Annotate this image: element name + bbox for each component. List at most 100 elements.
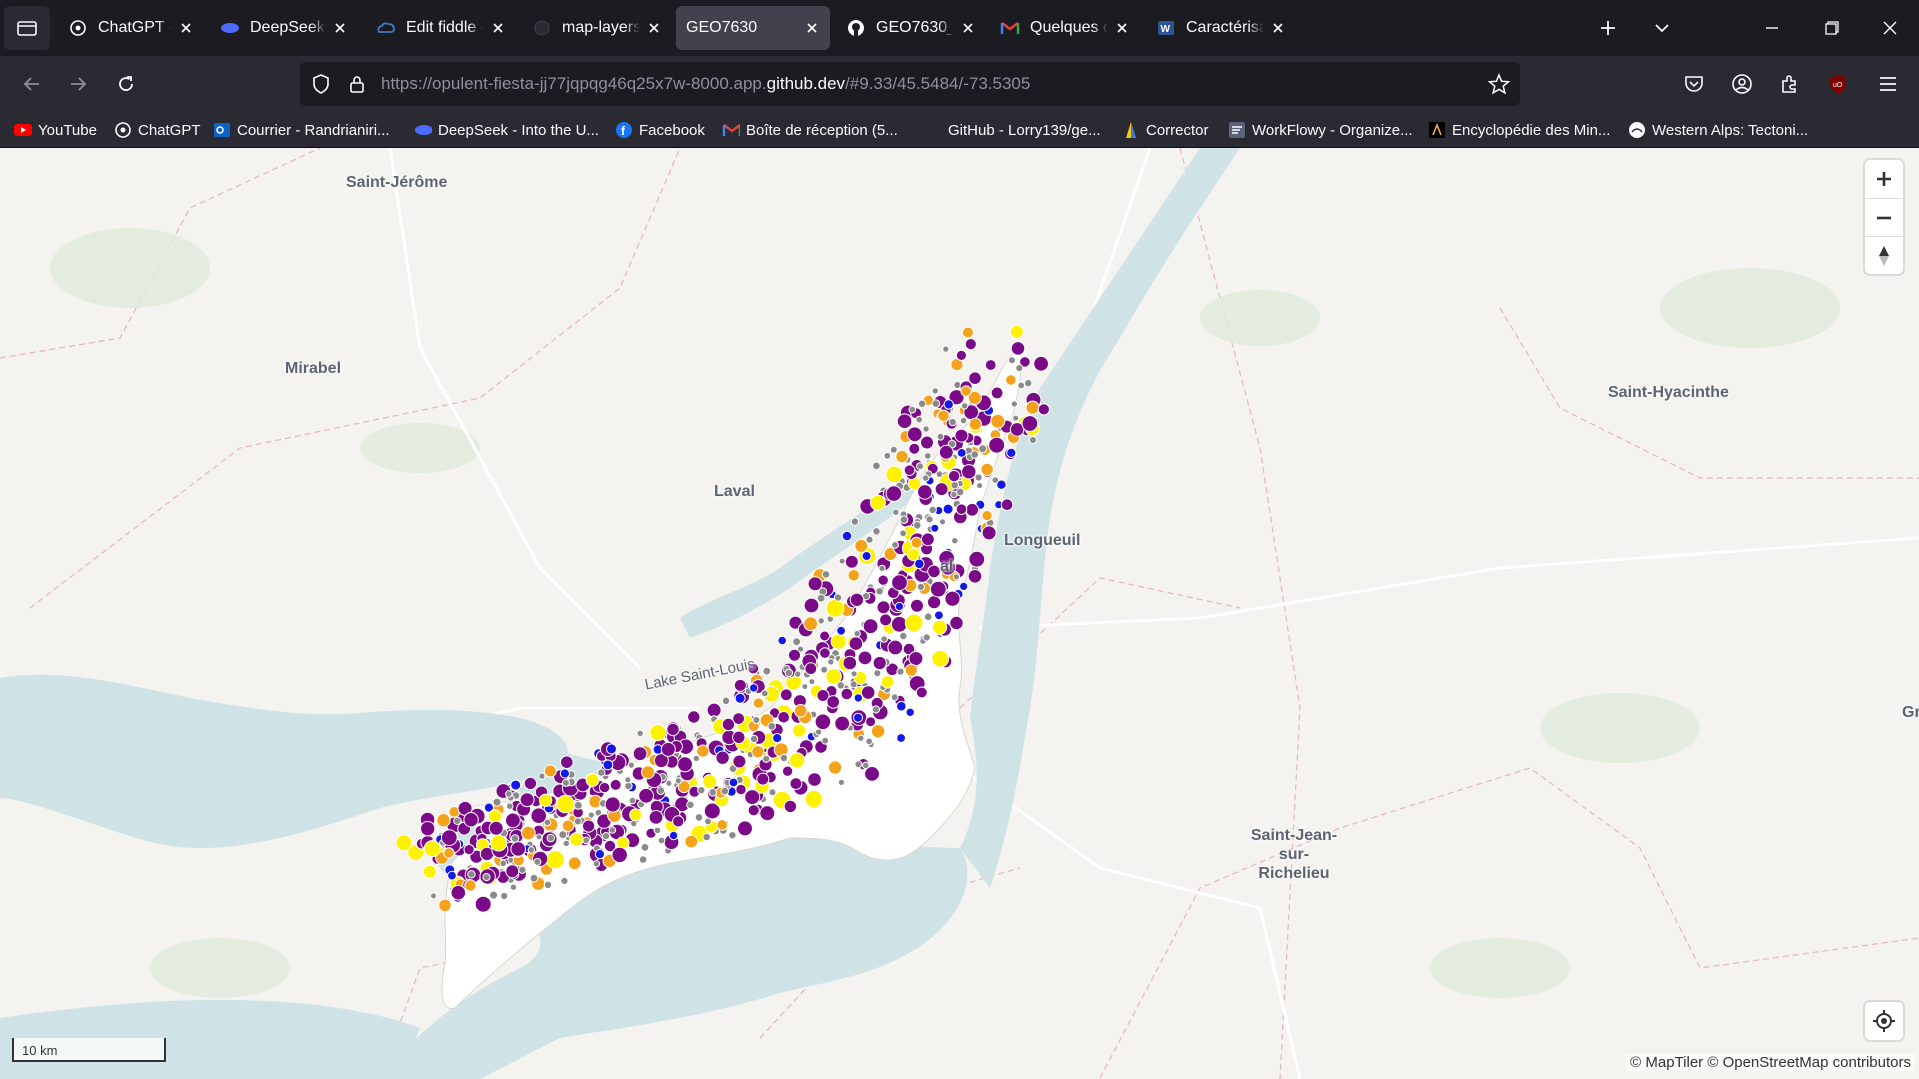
map-point[interactable] [1015,364,1024,373]
map-point[interactable] [760,689,769,698]
map-point[interactable] [848,636,864,651]
map-point[interactable] [1025,400,1040,415]
tab-deepseek[interactable]: DeepSeek - Into the Unknown [210,6,358,50]
map-point[interactable] [929,580,947,598]
map-point[interactable] [562,839,570,848]
map-point[interactable] [737,820,753,837]
bookmark-star-icon[interactable] [1488,73,1510,95]
map-point[interactable] [954,428,969,443]
map-point[interactable] [573,817,583,826]
map-point[interactable] [906,547,921,562]
map-point[interactable] [978,444,988,454]
map-point[interactable] [948,417,957,427]
map-point[interactable] [677,756,693,773]
bookmark-workflowy[interactable]: WorkFlowy - Organize... [1228,118,1413,142]
map-point[interactable] [509,883,518,891]
map-point[interactable] [952,573,961,581]
map-point[interactable] [931,399,941,408]
tab-jsfiddle[interactable]: Edit fiddle - JSFiddle [366,6,516,50]
close-icon[interactable] [332,20,348,36]
map-point[interactable] [638,787,654,804]
map-point[interactable] [450,884,467,901]
map-point[interactable] [543,764,557,778]
map-point[interactable] [697,786,706,795]
map-point[interactable] [627,761,635,769]
map-point[interactable] [965,502,980,517]
map-point[interactable] [981,509,993,522]
map-point[interactable] [744,789,761,806]
map-point[interactable] [990,413,1006,429]
bookmark-gmail[interactable]: Boîte de réception (5... [722,118,898,142]
map-point[interactable] [602,759,614,771]
map-point[interactable] [956,448,967,458]
map-point[interactable] [875,587,884,596]
map-point[interactable] [453,816,462,825]
map-point[interactable] [1009,324,1024,339]
map-point[interactable] [950,490,958,499]
map-point[interactable] [968,550,986,568]
bookmark-chatgpt[interactable]: ChatGPT [114,118,201,142]
map-point[interactable] [490,834,508,852]
tab-list-button[interactable] [4,6,50,50]
map-point[interactable] [849,680,858,689]
map-point[interactable] [423,840,441,858]
map-point[interactable] [430,892,437,900]
map-point[interactable] [821,570,831,579]
map-point[interactable] [666,722,680,737]
compass-button[interactable] [1865,236,1903,274]
map-point[interactable] [559,768,571,779]
map-point[interactable] [913,521,922,530]
map-point[interactable] [934,482,949,497]
map-point[interactable] [880,635,889,643]
map-point[interactable] [853,693,863,703]
map-point[interactable] [597,768,606,777]
map-point[interactable] [903,464,916,477]
map-point[interactable] [533,857,542,866]
address-bar[interactable]: https://opulent-fiesta-jj77jqpqg46q25x7w… [300,62,1520,106]
map-point[interactable] [692,754,700,763]
map-point[interactable] [585,773,600,787]
map-point[interactable] [970,450,980,459]
map-point[interactable] [990,386,1004,400]
map-point[interactable] [488,809,502,824]
map-point[interactable] [1028,436,1038,445]
map-point[interactable] [735,783,747,796]
map-point[interactable] [861,551,872,561]
map-point[interactable] [464,879,477,892]
map-point[interactable] [794,670,802,678]
map-point[interactable] [896,667,905,676]
bookmark-youtube[interactable]: YouTube [14,118,97,142]
map-point[interactable] [865,716,877,728]
map-point[interactable] [510,841,527,857]
map-point[interactable] [505,812,521,829]
map-point[interactable] [762,666,772,676]
map-point[interactable] [804,662,818,676]
map-point[interactable] [561,819,575,833]
map-point[interactable] [500,891,509,901]
map-point[interactable] [395,834,413,852]
account-button[interactable] [1726,68,1758,100]
map-point[interactable] [653,826,662,835]
map-point[interactable] [749,683,759,693]
map-point[interactable] [905,707,915,717]
map-point[interactable] [904,663,918,677]
extensions-button[interactable] [1774,68,1806,100]
map-point[interactable] [890,693,899,702]
map-point[interactable] [781,765,794,777]
map-point[interactable] [629,808,643,822]
map-point[interactable] [899,529,907,538]
map-point[interactable] [720,786,730,796]
map-point[interactable] [857,650,873,666]
map-point[interactable] [1017,381,1026,390]
map-point[interactable] [624,781,633,791]
map-point[interactable] [807,576,823,592]
map-point[interactable] [779,753,789,763]
map-point[interactable] [895,449,909,464]
map-point[interactable] [916,462,924,471]
map-point[interactable] [660,741,676,757]
map-point[interactable] [976,482,984,490]
map-point[interactable] [436,813,451,828]
map-point[interactable] [980,462,994,477]
map-point[interactable] [538,793,553,807]
map-point[interactable] [841,530,853,542]
